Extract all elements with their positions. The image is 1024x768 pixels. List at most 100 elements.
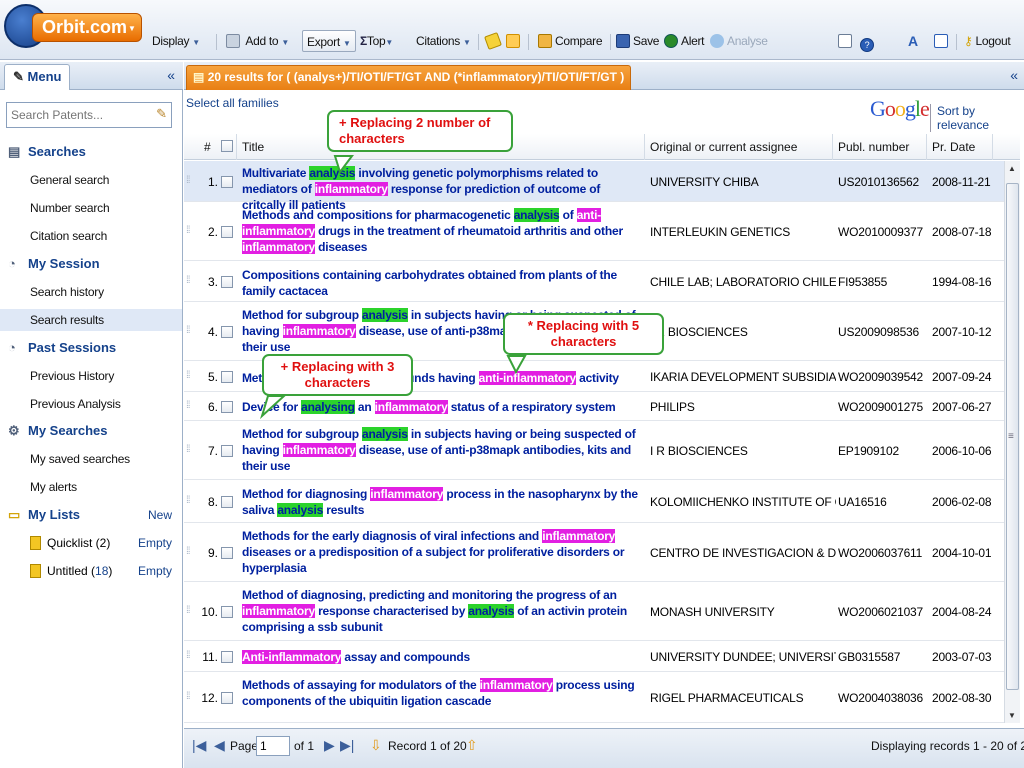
save-button[interactable]: Save (616, 30, 659, 52)
row-checkbox[interactable] (221, 547, 233, 559)
nav-previous-analysis[interactable]: Previous Analysis (30, 397, 121, 411)
window-icon[interactable] (838, 30, 855, 52)
collapse-sidebar-button[interactable]: « (167, 67, 175, 83)
drag-handle-icon[interactable]: ⁞⁞ (186, 605, 190, 616)
nav-search-results[interactable]: Search results (0, 309, 182, 331)
logo-dropdown-icon[interactable]: ▼ (128, 24, 136, 33)
drag-handle-icon[interactable]: ⁞⁞ (186, 275, 190, 286)
add-to-menu[interactable]: Add to ▼ (226, 30, 289, 52)
table-row[interactable]: ⁞⁞ 7. Method for subgroup analysis in subj… (184, 422, 1004, 480)
table-row[interactable]: ⁞⁞ 10. Method of diagnosing, predicting an… (184, 583, 1004, 641)
row-checkbox[interactable] (221, 606, 233, 618)
nav-section-my-session[interactable]: ◔ My Session (8, 256, 100, 271)
nav-section-my-lists[interactable]: ▭ My Lists (8, 507, 80, 523)
table-row[interactable]: ⁞⁞ 1. Multivariate analysis involving gene… (184, 161, 1004, 212)
column-header-publ-number[interactable]: Publ. number (838, 140, 909, 154)
drag-handle-icon[interactable]: ⁞⁞ (186, 325, 190, 336)
scroll-up-icon[interactable]: ▲ (1008, 164, 1016, 173)
drag-handle-icon[interactable]: ⁞⁞ (186, 650, 190, 661)
patent-title-link[interactable]: Methods and compositions for pharmacogen… (242, 207, 644, 255)
row-checkbox[interactable] (221, 176, 233, 188)
next-page-icon[interactable]: ▶ (324, 737, 335, 754)
google-logo[interactable]: Google (870, 96, 930, 122)
drag-handle-icon[interactable]: ⁞⁞ (186, 225, 190, 236)
row-checkbox[interactable] (221, 445, 233, 457)
row-checkbox[interactable] (221, 692, 233, 704)
table-row[interactable]: ⁞⁞ 3. Compositions containing carbohydrate… (184, 262, 1004, 302)
table-row[interactable]: ⁞⁞ 9. Methods for the early diagnosis of v… (184, 524, 1004, 582)
new-list-link[interactable]: New (148, 508, 172, 522)
nav-previous-history[interactable]: Previous History (30, 369, 114, 383)
column-header-assignee[interactable]: Original or current assignee (650, 140, 797, 154)
sort-by-relevance-link[interactable]: Sort by relevance (930, 104, 1024, 132)
drag-handle-icon[interactable]: ⁞⁞ (186, 400, 190, 411)
top-menu[interactable]: ΣTop▼ (360, 30, 393, 52)
column-header-title[interactable]: Title (242, 140, 264, 154)
list-quicklist[interactable]: Quicklist (2) (30, 536, 110, 550)
record-down-icon[interactable]: ⇩ (370, 737, 382, 754)
row-checkbox[interactable] (221, 326, 233, 338)
search-pencil-icon[interactable]: ✎ (156, 106, 167, 122)
compare-button[interactable]: Compare (538, 30, 603, 52)
patent-search-input[interactable] (7, 103, 143, 127)
row-checkbox[interactable] (221, 401, 233, 413)
citations-menu[interactable]: Citations ▼ (416, 30, 471, 52)
scroll-down-icon[interactable]: ▼ (1008, 711, 1016, 720)
nav-number-search[interactable]: Number search (30, 201, 110, 215)
highlight-pen-icon[interactable] (484, 30, 503, 52)
nav-general-search[interactable]: General search (30, 173, 109, 187)
orbit-logo[interactable]: Orbit.com ▼ (0, 0, 150, 58)
results-scrollbar[interactable]: ▲ ≡ ▼ (1004, 161, 1020, 723)
patent-title-link[interactable]: Method for subgroup analysis in subjects… (242, 426, 644, 474)
export-menu[interactable]: Export ▼ (302, 30, 356, 52)
patent-title-link[interactable]: Method for diagnosing inflammatory proce… (242, 486, 644, 518)
display-menu[interactable]: Display ▼ (152, 30, 200, 52)
column-header-pr-date[interactable]: Pr. Date (932, 140, 975, 154)
menu-tab[interactable]: ✎ Menu (4, 64, 70, 90)
highlight-toggle-icon[interactable] (506, 30, 523, 52)
results-tab[interactable]: ▤ 20 results for ( (analys+)/TI/OTI/FT/G… (186, 65, 632, 90)
drag-handle-icon[interactable]: ⁞⁞ (186, 495, 190, 506)
patent-title-link[interactable]: Compositions containing carbohydrates ob… (242, 267, 644, 299)
select-all-checkbox[interactable] (221, 140, 233, 152)
alert-button[interactable]: Alert (664, 30, 704, 52)
prev-page-icon[interactable]: ◀ (214, 737, 225, 754)
patent-title-link[interactable]: Device for analysing an inflammatory sta… (242, 399, 644, 415)
nav-section-past-sessions[interactable]: ◔ Past Sessions (8, 340, 116, 355)
patent-title-link[interactable]: Method of diagnosing, predicting and mon… (242, 587, 644, 635)
logout-button[interactable]: ⚷ Logout (964, 30, 1011, 52)
table-row[interactable]: ⁞⁞ 2. Methods and compositions for pharmac… (184, 203, 1004, 261)
help-icon[interactable]: ? (860, 30, 877, 52)
patent-title-link[interactable]: Methods of assaying for modulators of th… (242, 677, 644, 709)
select-all-families-link[interactable]: Select all families (186, 96, 279, 110)
last-page-icon[interactable]: ▶| (340, 737, 354, 754)
list-untitled[interactable]: Untitled (18) (30, 564, 112, 578)
table-row[interactable]: ⁞⁞ 11. Anti-inflammatory assay and compoun… (184, 642, 1004, 672)
mail-icon[interactable] (934, 30, 951, 52)
row-checkbox[interactable] (221, 496, 233, 508)
nav-section-my-searches[interactable]: ⚙ My Searches (8, 423, 108, 439)
drag-handle-icon[interactable]: ⁞⁞ (186, 546, 190, 557)
nav-citation-search[interactable]: Citation search (30, 229, 107, 243)
font-settings-icon[interactable]: A (908, 30, 918, 52)
nav-search-history[interactable]: Search history (30, 285, 104, 299)
record-up-icon[interactable]: ⇧ (466, 737, 478, 754)
analyse-button[interactable]: Analyse (710, 30, 768, 52)
drag-handle-icon[interactable]: ⁞⁞ (186, 370, 190, 381)
first-page-icon[interactable]: |◀ (192, 737, 206, 754)
drag-handle-icon[interactable]: ⁞⁞ (186, 175, 190, 186)
empty-untitled-link[interactable]: Empty (138, 564, 172, 578)
patent-title-link[interactable]: Methods for the early diagnosis of viral… (242, 528, 644, 576)
row-checkbox[interactable] (221, 371, 233, 383)
table-row[interactable]: ⁞⁞ 8. Method for diagnosing inflammatory p… (184, 481, 1004, 523)
table-row[interactable]: ⁞⁞ 12. Methods of assaying for modulators … (184, 673, 1004, 723)
nav-section-searches[interactable]: ▤ Searches (8, 144, 86, 160)
column-header-number[interactable]: # (204, 140, 211, 154)
page-number-input[interactable] (256, 736, 290, 756)
collapse-panel-button[interactable]: « (1010, 67, 1018, 83)
patent-title-link[interactable]: Anti-inflammatory assay and compounds (242, 649, 644, 665)
nav-my-saved-searches[interactable]: My saved searches (30, 452, 130, 466)
drag-handle-icon[interactable]: ⁞⁞ (186, 444, 190, 455)
row-checkbox[interactable] (221, 276, 233, 288)
empty-quicklist-link[interactable]: Empty (138, 536, 172, 550)
